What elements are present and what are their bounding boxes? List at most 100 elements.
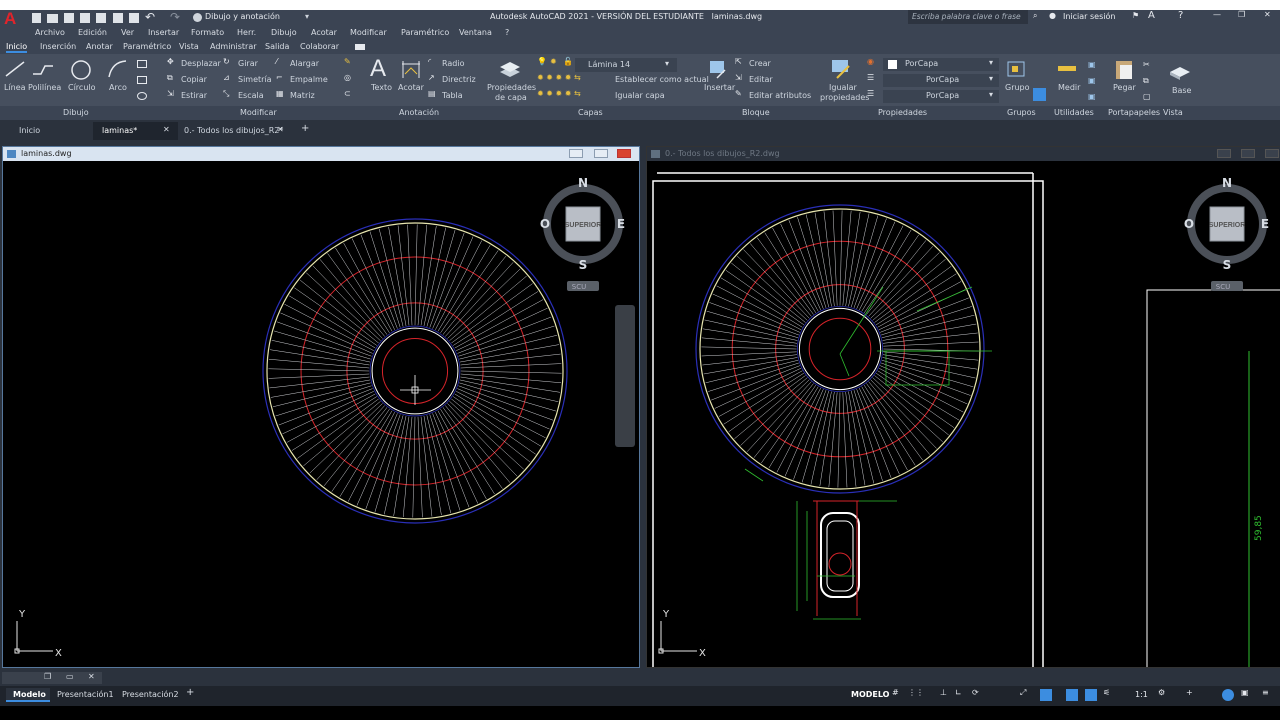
fillet-button[interactable]: Empalme [290,75,328,84]
group-select-icon[interactable] [1033,88,1046,101]
layout-tab-modelo[interactable]: Modelo [6,688,50,702]
viewcube-west[interactable]: O [540,217,550,231]
tab-parametrico[interactable]: Paramétrico [123,42,171,51]
annotation-autoscale-icon[interactable]: ⚟ [1103,688,1110,697]
ucs-menu-2[interactable]: SCU [1216,283,1230,291]
panel-title-bloque[interactable]: Bloque [742,108,770,117]
mirror-icon[interactable]: ⊿ [223,73,230,82]
minimized-window[interactable]: ❐ ▭ ✕ [2,672,102,684]
rotate-icon[interactable]: ↻ [223,57,230,66]
ribbon-toggle-icon[interactable] [355,44,365,50]
open-file-icon[interactable] [47,14,58,23]
tab-anotar[interactable]: Anotar [86,42,113,51]
match-properties-label-2[interactable]: propiedades [820,93,869,102]
edit-attributes-button[interactable]: Editar atributos [749,91,811,100]
annotation-scale-value[interactable]: 1:1 [1135,690,1148,699]
measure-icon[interactable] [1058,66,1076,71]
menu-ventana[interactable]: Ventana [459,28,492,37]
array-button[interactable]: Matriz [290,91,315,100]
base-view-label[interactable]: Base [1172,86,1191,95]
minimized-close-icon[interactable]: ✕ [88,672,95,681]
close-app-icon[interactable]: ✕ [1264,10,1271,19]
layer-properties-label-1[interactable]: Propiedades [487,83,536,92]
layout-tab-presentacion1[interactable]: Presentación1 [57,690,114,699]
doc-tab-inicio[interactable]: Inicio [19,126,40,135]
isolate-icon[interactable] [1222,689,1234,701]
viewcube-2-south[interactable]: S [1223,258,1232,272]
doc-tab-laminas[interactable]: laminas* ✕ [93,122,178,140]
move-icon[interactable]: ✥ [167,57,174,66]
insert-block-label[interactable]: Insertar [704,83,735,92]
base-view-icon[interactable] [1168,62,1192,80]
grid-icon[interactable]: # [892,688,899,697]
create-block-button[interactable]: Crear [749,59,771,68]
save-as-icon[interactable] [80,13,90,23]
minimized-max-icon[interactable]: ▭ [66,672,74,681]
close-window-icon[interactable] [617,149,631,158]
minimize-window-icon[interactable] [569,149,583,158]
tab-salida[interactable]: Salida [265,42,289,51]
menu-herr[interactable]: Herr. [237,28,256,37]
edit-attributes-icon[interactable]: ✎ [735,89,742,98]
autodesk-app-icon[interactable]: A [1148,10,1155,21]
panel-title-utilidades[interactable]: Utilidades [1054,108,1094,117]
scale-icon[interactable]: ⤡ [223,89,229,99]
close-tab-todos-icon[interactable]: ✕ [277,125,284,134]
group-icon[interactable] [1006,58,1028,80]
edit-block-icon[interactable]: ⇲ [735,73,742,82]
panel-title-dibujo[interactable]: Dibujo [63,108,89,117]
radius-button[interactable]: Radio [442,59,464,68]
minimize-window-2-icon[interactable] [1217,149,1231,158]
offset-icon[interactable]: ⊂ [344,89,351,98]
menu-edicion[interactable]: Edición [78,28,107,37]
drawing-canvas-left[interactable]: SUPERIOR N S E O SCU Y X [3,161,639,667]
menu-help[interactable]: ? [505,28,509,37]
set-current-layer-button[interactable]: Establecer como actual [615,75,709,84]
annotation-visibility-icon[interactable] [1040,689,1052,701]
menu-insertar[interactable]: Insertar [148,28,179,37]
cart-icon[interactable]: ⚑ [1132,11,1139,20]
osnap-icon[interactable]: ⤢ [1020,688,1026,698]
paste-icon[interactable] [1113,57,1135,81]
edit-block-button[interactable]: Editar [749,75,773,84]
lineweight-dropdown[interactable]: PorCapa ▾ [883,90,999,103]
measure-label[interactable]: Medir [1058,83,1080,92]
workspace-selector[interactable]: Dibujo y anotación [205,12,280,21]
tab-insercion[interactable]: Inserción [40,42,76,51]
text-tool-label[interactable]: Texto [371,83,392,92]
utilities-icons[interactable]: ▣ ▣ ▣ [1088,57,1096,105]
restore-window-2-icon[interactable] [1241,149,1255,158]
menu-parametrico[interactable]: Paramétrico [401,28,449,37]
doc-tab-todos[interactable]: 0.- Todos los dibujos_R2* [184,126,283,135]
layer-tools-row2-icons[interactable]: ✹ ✹ ✹ ✹ ⇆ [537,73,581,82]
polyline-tool-label[interactable]: Polilínea [28,83,61,92]
panel-title-vista[interactable]: Vista [1163,108,1183,117]
redo-icon[interactable]: ↷ [170,10,180,24]
new-tab-icon[interactable]: + [301,123,309,134]
ortho-icon[interactable]: ⊥ [940,688,947,697]
move-button[interactable]: Desplazar [181,59,221,68]
viewcube-2-face[interactable]: SUPERIOR [1209,222,1246,229]
search-icon[interactable]: ⌕ [1033,11,1037,21]
array-icon[interactable]: ▦ [276,89,284,98]
panel-title-propiedades[interactable]: Propiedades [878,108,927,117]
insert-block-icon[interactable] [707,58,729,80]
line-tool-icon[interactable] [4,58,26,80]
minimize-app-icon[interactable]: — [1213,10,1221,19]
extend-icon[interactable]: ⁄ [276,57,277,66]
layer-tools-row3-icons[interactable]: ✹ ✹ ✹ ✹ ⇆ [537,89,581,98]
close-window-2-icon[interactable] [1265,149,1279,158]
tab-inicio[interactable]: Inicio [6,42,28,53]
signin-link[interactable]: Iniciar sesión [1063,12,1115,21]
layout-tab-presentacion2[interactable]: Presentación2 [122,690,179,699]
search-box[interactable]: Escriba palabra clave o frase [908,10,1028,24]
viewcube-2-north[interactable]: N [1222,176,1232,190]
navigation-bar[interactable] [615,305,635,447]
undo-icon[interactable]: ↶ [145,10,155,24]
annotation-scale-icon[interactable] [1085,689,1097,701]
stretch-icon[interactable]: ⇲ [167,89,174,98]
model-space-toggle[interactable]: MODELO [851,690,889,699]
restore-window-icon[interactable] [594,149,608,158]
color-dropdown[interactable]: PorCapa ▾ [883,58,999,71]
menu-ver[interactable]: Ver [121,28,134,37]
